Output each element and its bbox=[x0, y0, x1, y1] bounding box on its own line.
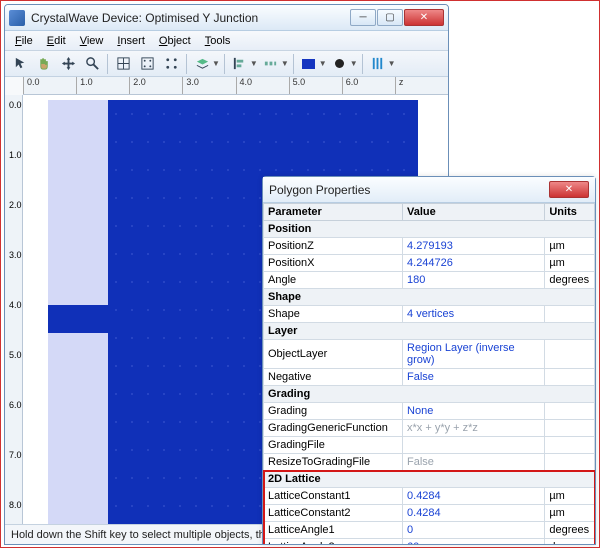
section-layer: Layer bbox=[264, 323, 595, 340]
app-icon bbox=[9, 10, 25, 26]
col-units: Units bbox=[545, 204, 595, 221]
move-tool-icon[interactable] bbox=[57, 53, 79, 75]
dropdown-icon[interactable]: ▼ bbox=[388, 59, 396, 68]
pointer-tool-icon[interactable] bbox=[9, 53, 31, 75]
snap-tool-icon[interactable] bbox=[136, 53, 158, 75]
toolbar: ▼ ▼ ▼ ▼ ▼ ▼ bbox=[5, 51, 448, 77]
row-la1[interactable]: LatticeAngle10degrees bbox=[264, 522, 595, 539]
row-angle[interactable]: Angle180degrees bbox=[264, 272, 595, 289]
dropdown-icon[interactable]: ▼ bbox=[281, 59, 289, 68]
title-text: CrystalWave Device: Optimised Y Junction bbox=[31, 11, 343, 25]
maximize-button[interactable]: ▢ bbox=[377, 9, 403, 26]
dropdown-icon[interactable]: ▼ bbox=[250, 59, 258, 68]
properties-title: Polygon Properties bbox=[269, 183, 542, 197]
col-value: Value bbox=[403, 204, 545, 221]
row-gradingfile[interactable]: GradingFile bbox=[264, 437, 595, 454]
properties-close-button[interactable]: ✕ bbox=[549, 181, 589, 198]
row-negative[interactable]: NegativeFalse bbox=[264, 369, 595, 386]
bars-tool-icon[interactable] bbox=[367, 53, 389, 75]
menu-file[interactable]: File bbox=[9, 34, 39, 48]
close-button[interactable]: ✕ bbox=[404, 9, 444, 26]
row-resize[interactable]: ResizeToGradingFileFalse bbox=[264, 454, 595, 471]
row-lc2[interactable]: LatticeConstant20.4284µm bbox=[264, 505, 595, 522]
zoom-tool-icon[interactable] bbox=[81, 53, 103, 75]
hand-tool-icon[interactable] bbox=[33, 53, 55, 75]
menu-edit[interactable]: Edit bbox=[41, 34, 72, 48]
grid-tool-icon[interactable] bbox=[112, 53, 134, 75]
row-gradingfn[interactable]: GradingGenericFunctionx*x + y*y + z*z bbox=[264, 420, 595, 437]
device-waveguide[interactable] bbox=[48, 305, 108, 333]
row-la2[interactable]: LatticeAngle260degrees bbox=[264, 539, 595, 545]
row-lc1[interactable]: LatticeConstant10.4284µm bbox=[264, 488, 595, 505]
row-positionZ[interactable]: PositionZ4.279193µm bbox=[264, 238, 595, 255]
dropdown-icon[interactable]: ▼ bbox=[319, 59, 327, 68]
menubar: File Edit View Insert Object Tools bbox=[5, 31, 448, 51]
properties-body[interactable]: Parameter Value Units Position PositionZ… bbox=[263, 203, 595, 544]
row-positionX[interactable]: PositionX4.244726µm bbox=[264, 255, 595, 272]
section-2dlattice: 2D Lattice bbox=[264, 471, 595, 488]
lattice-highlight: 2D Lattice LatticeConstant10.4284µm Latt… bbox=[264, 471, 595, 545]
fill-color-icon[interactable] bbox=[298, 53, 320, 75]
menu-view[interactable]: View bbox=[74, 34, 110, 48]
dropdown-icon[interactable]: ▼ bbox=[350, 59, 358, 68]
row-objectlayer[interactable]: ObjectLayerRegion Layer (inverse grow) bbox=[264, 340, 595, 369]
section-position: Position bbox=[264, 221, 595, 238]
align-left-icon[interactable] bbox=[229, 53, 251, 75]
row-shape[interactable]: Shape4 vertices bbox=[264, 306, 595, 323]
menu-insert[interactable]: Insert bbox=[111, 34, 151, 48]
row-grading[interactable]: GradingNone bbox=[264, 403, 595, 420]
col-parameter: Parameter bbox=[264, 204, 403, 221]
properties-window: Polygon Properties ✕ Parameter Value Uni… bbox=[262, 176, 596, 545]
properties-titlebar: Polygon Properties ✕ bbox=[263, 177, 595, 203]
ruler-h: 0.0 1.0 2.0 3.0 4.0 5.0 6.0 z bbox=[23, 77, 448, 95]
menu-object[interactable]: Object bbox=[153, 34, 197, 48]
properties-table: Parameter Value Units Position PositionZ… bbox=[263, 203, 595, 544]
section-shape: Shape bbox=[264, 289, 595, 306]
ruler-v: 0.0 1.0 2.0 3.0 4.0 5.0 6.0 7.0 8.0 bbox=[5, 95, 23, 524]
minimize-button[interactable]: ─ bbox=[350, 9, 376, 26]
main-titlebar: CrystalWave Device: Optimised Y Junction… bbox=[5, 5, 448, 31]
menu-tools[interactable]: Tools bbox=[199, 34, 237, 48]
layer-tool-icon[interactable] bbox=[191, 53, 213, 75]
status-text: Hold down the Shift key to select multip… bbox=[11, 529, 301, 541]
distribute-icon[interactable] bbox=[260, 53, 282, 75]
dropdown-icon[interactable]: ▼ bbox=[212, 59, 220, 68]
nodes-tool-icon[interactable] bbox=[160, 53, 182, 75]
window-buttons: ─ ▢ ✕ bbox=[349, 9, 444, 26]
line-color-icon[interactable] bbox=[329, 53, 351, 75]
section-grading: Grading bbox=[264, 386, 595, 403]
